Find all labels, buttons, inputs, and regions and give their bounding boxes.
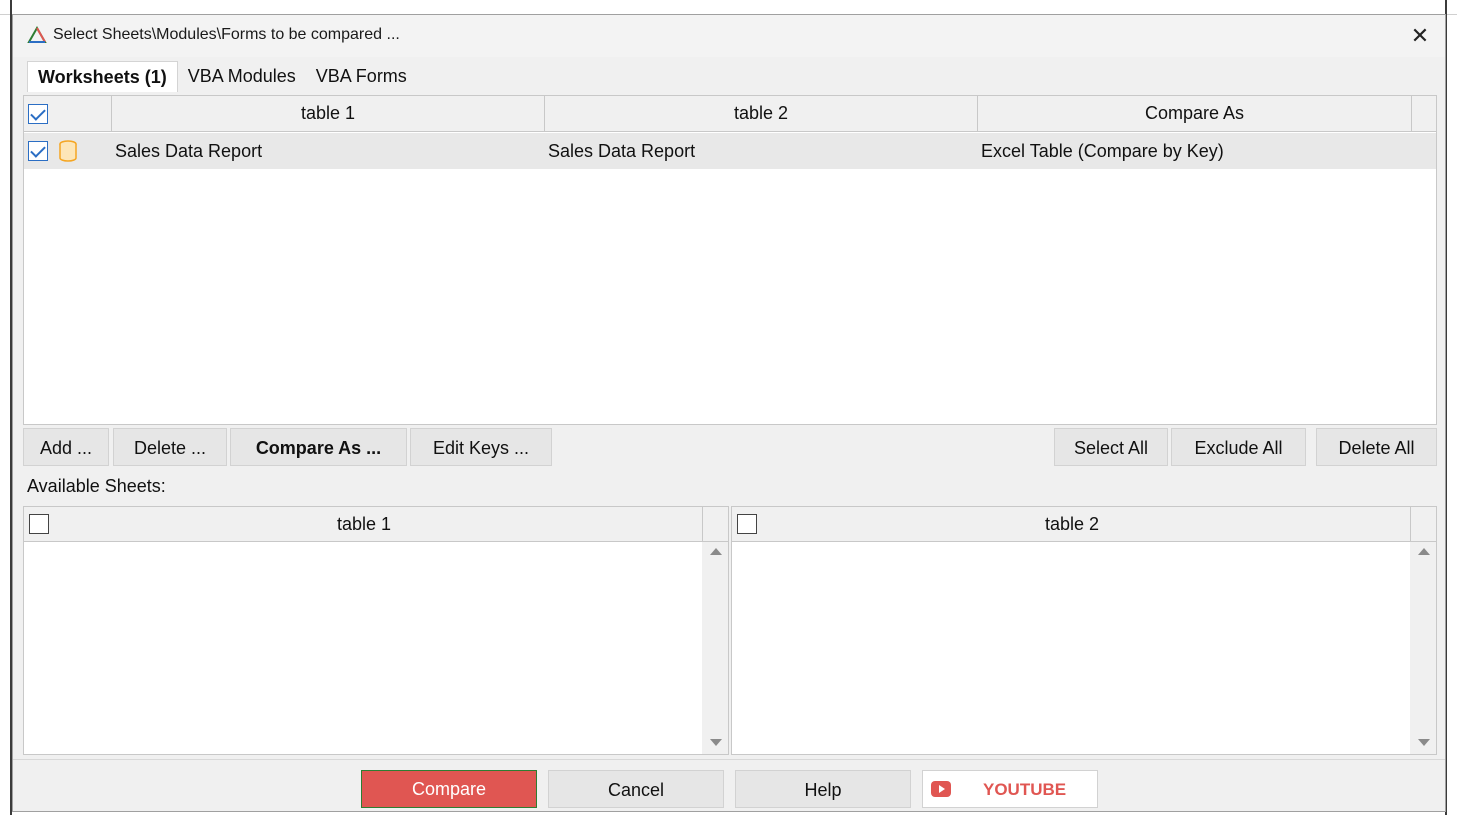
tab-vba-modules[interactable]: VBA Modules: [178, 61, 306, 91]
compare-selection-dialog: Select Sheets\Modules\Forms to be compar…: [12, 14, 1446, 812]
column-header-table2[interactable]: table 2: [545, 96, 978, 131]
scroll-up-icon[interactable]: [710, 548, 722, 555]
scroll-up-icon[interactable]: [1418, 548, 1430, 555]
tab-vba-forms[interactable]: VBA Forms: [306, 61, 417, 91]
header-check-cell: [24, 96, 112, 131]
youtube-button[interactable]: YOUTUBE: [922, 770, 1098, 808]
dialog-title: Select Sheets\Modules\Forms to be compar…: [53, 26, 400, 43]
available-sheets-right-panel[interactable]: table 2: [731, 506, 1437, 755]
help-button[interactable]: Help: [735, 770, 911, 808]
left-panel-title: table 1: [336, 514, 392, 534]
column-header-compare-as[interactable]: Compare As: [978, 96, 1412, 131]
edit-keys-button[interactable]: Edit Keys ...: [410, 428, 552, 466]
cancel-button[interactable]: Cancel: [548, 770, 724, 808]
exclude-all-button[interactable]: Exclude All: [1171, 428, 1306, 466]
row-compare-as-value: Excel Table (Compare by Key): [981, 141, 1224, 161]
scroll-down-icon[interactable]: [1418, 739, 1430, 746]
database-icon: [59, 140, 77, 162]
grid-header: table 1 table 2 Compare As: [24, 96, 1436, 132]
select-all-checkbox[interactable]: [28, 104, 48, 124]
row-table2-value: Sales Data Report: [548, 141, 696, 161]
left-panel-scrollbar[interactable]: [702, 542, 728, 754]
compare-as-button[interactable]: Compare As ...: [230, 428, 407, 466]
left-panel-header-divider: [702, 507, 703, 541]
selected-sheets-grid: table 1 table 2 Compare As Sales Data Re…: [23, 95, 1437, 425]
compare-button[interactable]: Compare: [361, 770, 537, 808]
delete-all-button[interactable]: Delete All: [1316, 428, 1437, 466]
table-row[interactable]: Sales Data Report Sales Data Report Exce…: [24, 133, 1436, 169]
right-panel-header: table 2: [732, 507, 1436, 542]
available-sheets-label: Available Sheets:: [27, 476, 166, 496]
background-sheet-top: [0, 0, 1457, 15]
column-header-spacer: [1412, 96, 1438, 131]
youtube-label: YOUTUBE: [983, 780, 1067, 799]
delete-button[interactable]: Delete ...: [113, 428, 227, 466]
row-checkbox[interactable]: [28, 141, 48, 161]
tab-strip: Worksheets (1) VBA Modules VBA Forms: [27, 61, 417, 92]
row-table1-value: Sales Data Report: [115, 141, 263, 161]
title-bar: Select Sheets\Modules\Forms to be compar…: [13, 15, 1445, 57]
close-button[interactable]: ✕: [1405, 21, 1435, 51]
select-all-button[interactable]: Select All: [1054, 428, 1168, 466]
column-header-table1[interactable]: table 1: [112, 96, 545, 131]
tab-worksheets[interactable]: Worksheets (1): [27, 61, 178, 92]
right-panel-title: table 2: [1044, 514, 1100, 534]
footer-divider: [13, 759, 1445, 760]
available-sheets-left-panel[interactable]: table 1: [23, 506, 729, 755]
right-panel-header-divider: [1410, 507, 1411, 541]
scroll-down-icon[interactable]: [710, 739, 722, 746]
right-panel-scrollbar[interactable]: [1410, 542, 1436, 754]
background-sheet-left: [0, 0, 12, 815]
app-logo-icon: [27, 26, 47, 43]
youtube-icon: [931, 781, 951, 797]
background-sheet-right: [1445, 0, 1457, 815]
left-panel-header: table 1: [24, 507, 728, 542]
add-button[interactable]: Add ...: [23, 428, 109, 466]
